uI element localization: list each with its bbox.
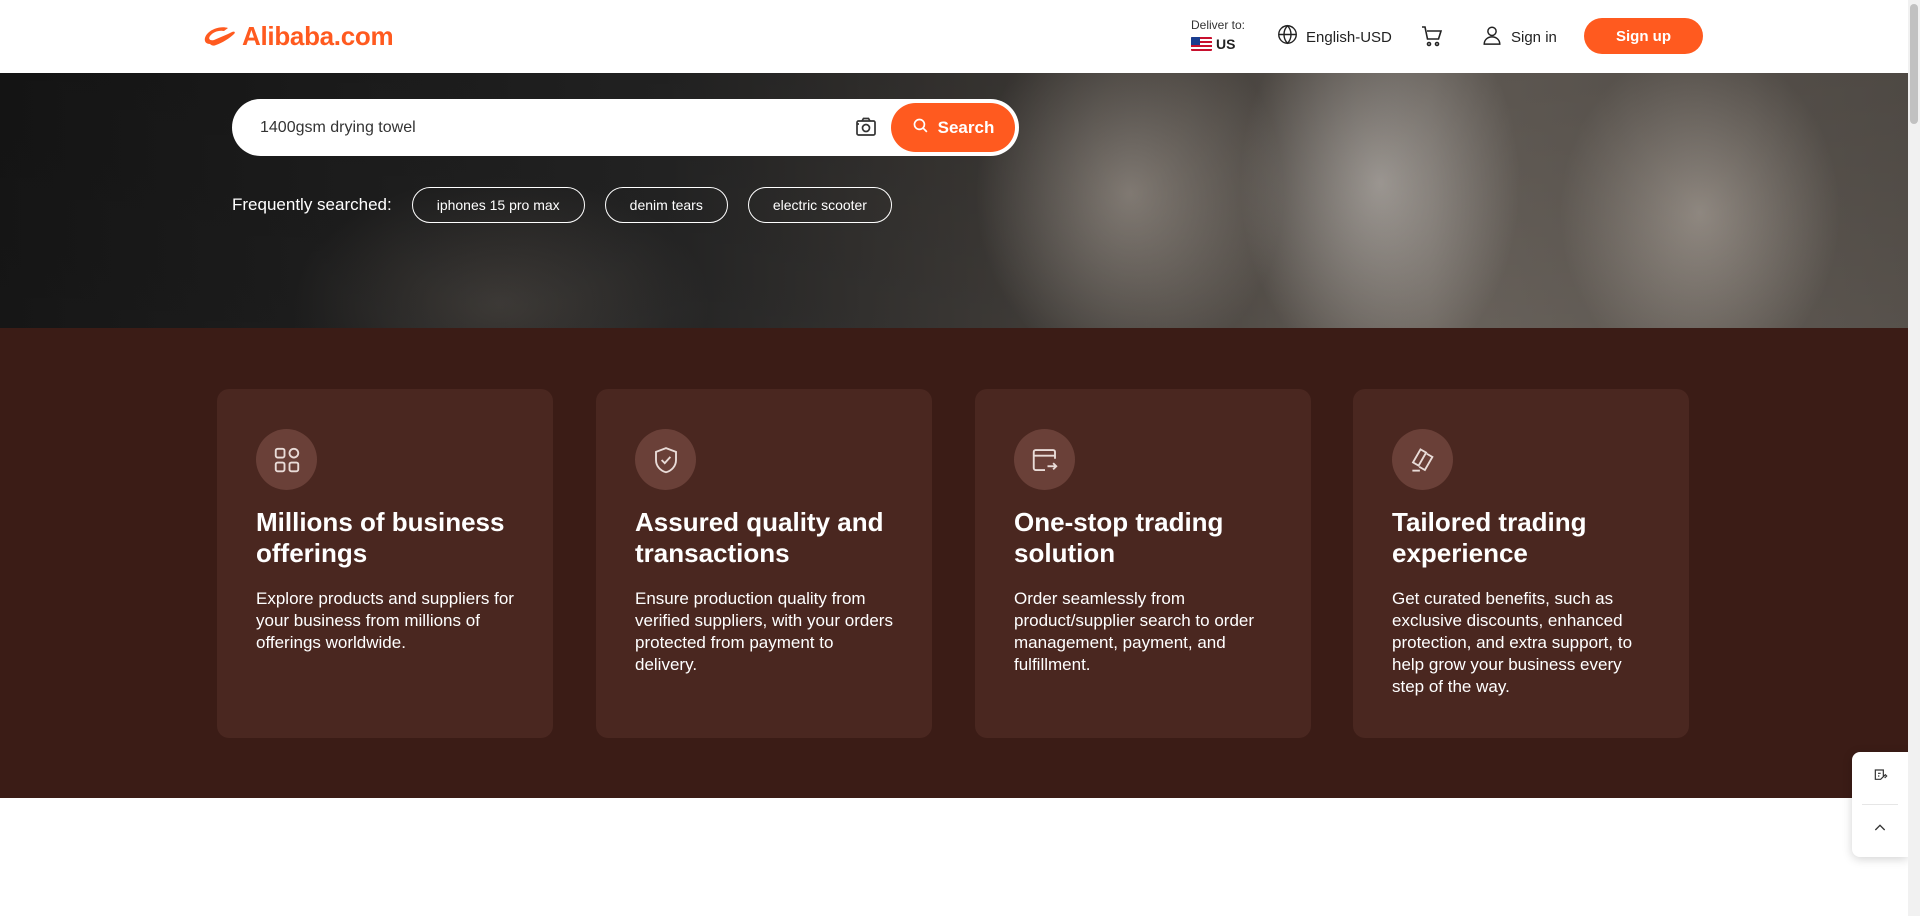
- feature-card: Assured quality and transactions Ensure …: [596, 389, 932, 738]
- trade-flow-icon: [1014, 429, 1075, 490]
- alibaba-logo-icon: [202, 22, 238, 50]
- globe-icon: [1277, 24, 1298, 50]
- feature-description: Get curated benefits, such as exclusive …: [1392, 589, 1633, 696]
- search-chip[interactable]: electric scooter: [747, 187, 892, 223]
- chevron-up-icon: [1872, 820, 1888, 841]
- user-icon: [1481, 24, 1503, 51]
- search-chip[interactable]: denim tears: [604, 187, 728, 223]
- feature-description: Ensure production quality from verified …: [635, 589, 893, 674]
- page-scrollbar[interactable]: [1908, 0, 1920, 916]
- language-currency-selector[interactable]: English-USD: [1277, 24, 1392, 50]
- cart-icon: [1420, 26, 1444, 52]
- side-floating-widget: [1852, 752, 1908, 857]
- shield-check-icon: [635, 429, 696, 490]
- feature-card: Tailored trading experience Get curated …: [1353, 389, 1689, 738]
- search-button[interactable]: Search: [891, 103, 1015, 152]
- feature-title: Millions of business offerings: [256, 507, 505, 568]
- top-header: Alibaba.com Deliver to: US English-USD S…: [0, 0, 1908, 73]
- feedback-button[interactable]: [1866, 764, 1894, 792]
- feature-title: Tailored trading experience: [1392, 507, 1587, 568]
- feature-title: One-stop trading solution: [1014, 507, 1224, 568]
- feature-card: Millions of business offerings Explore p…: [217, 389, 553, 738]
- features-section: Millions of business offerings Explore p…: [0, 328, 1908, 798]
- alibaba-logo[interactable]: Alibaba.com: [202, 18, 394, 54]
- feature-card: One-stop trading solution Order seamless…: [975, 389, 1311, 738]
- language-currency-label: English-USD: [1306, 28, 1392, 46]
- feature-title: Assured quality and transactions: [635, 507, 884, 568]
- deliver-country: US: [1191, 36, 1261, 52]
- cart-button[interactable]: [1420, 24, 1444, 53]
- widget-divider: [1862, 804, 1898, 805]
- search-button-label: Search: [937, 117, 995, 137]
- us-flag-icon: [1191, 37, 1212, 51]
- feedback-icon: [1872, 768, 1888, 789]
- frequently-searched: Frequently searched: iphones 15 pro max …: [232, 187, 912, 223]
- back-to-top-button[interactable]: [1866, 816, 1894, 844]
- search-input[interactable]: [260, 113, 820, 143]
- hero-banner: Search Frequently searched: iphones 15 p…: [0, 73, 1908, 328]
- search-icon: [912, 117, 929, 139]
- deliver-to[interactable]: Deliver to: US: [1191, 18, 1261, 52]
- frequently-searched-label: Frequently searched:: [232, 195, 392, 214]
- logo-text: Alibaba.com: [242, 20, 394, 51]
- sign-up-button[interactable]: Sign up: [1584, 18, 1703, 54]
- deliver-label: Deliver to:: [1191, 18, 1246, 32]
- feature-description: Order seamlessly from product/supplier s…: [1014, 589, 1255, 674]
- search-bar: Search: [232, 99, 1019, 156]
- camera-icon[interactable]: [854, 115, 878, 144]
- sign-in-label: Sign in: [1511, 29, 1557, 46]
- scrollbar-thumb[interactable]: [1910, 4, 1918, 124]
- feature-description: Explore products and suppliers for your …: [256, 589, 514, 652]
- search-chip[interactable]: iphones 15 pro max: [411, 187, 585, 223]
- grid-icon: [256, 429, 317, 490]
- sign-in-link[interactable]: Sign in: [1481, 24, 1557, 51]
- tailored-pages-icon: [1392, 429, 1453, 490]
- deliver-country-code: US: [1216, 36, 1236, 52]
